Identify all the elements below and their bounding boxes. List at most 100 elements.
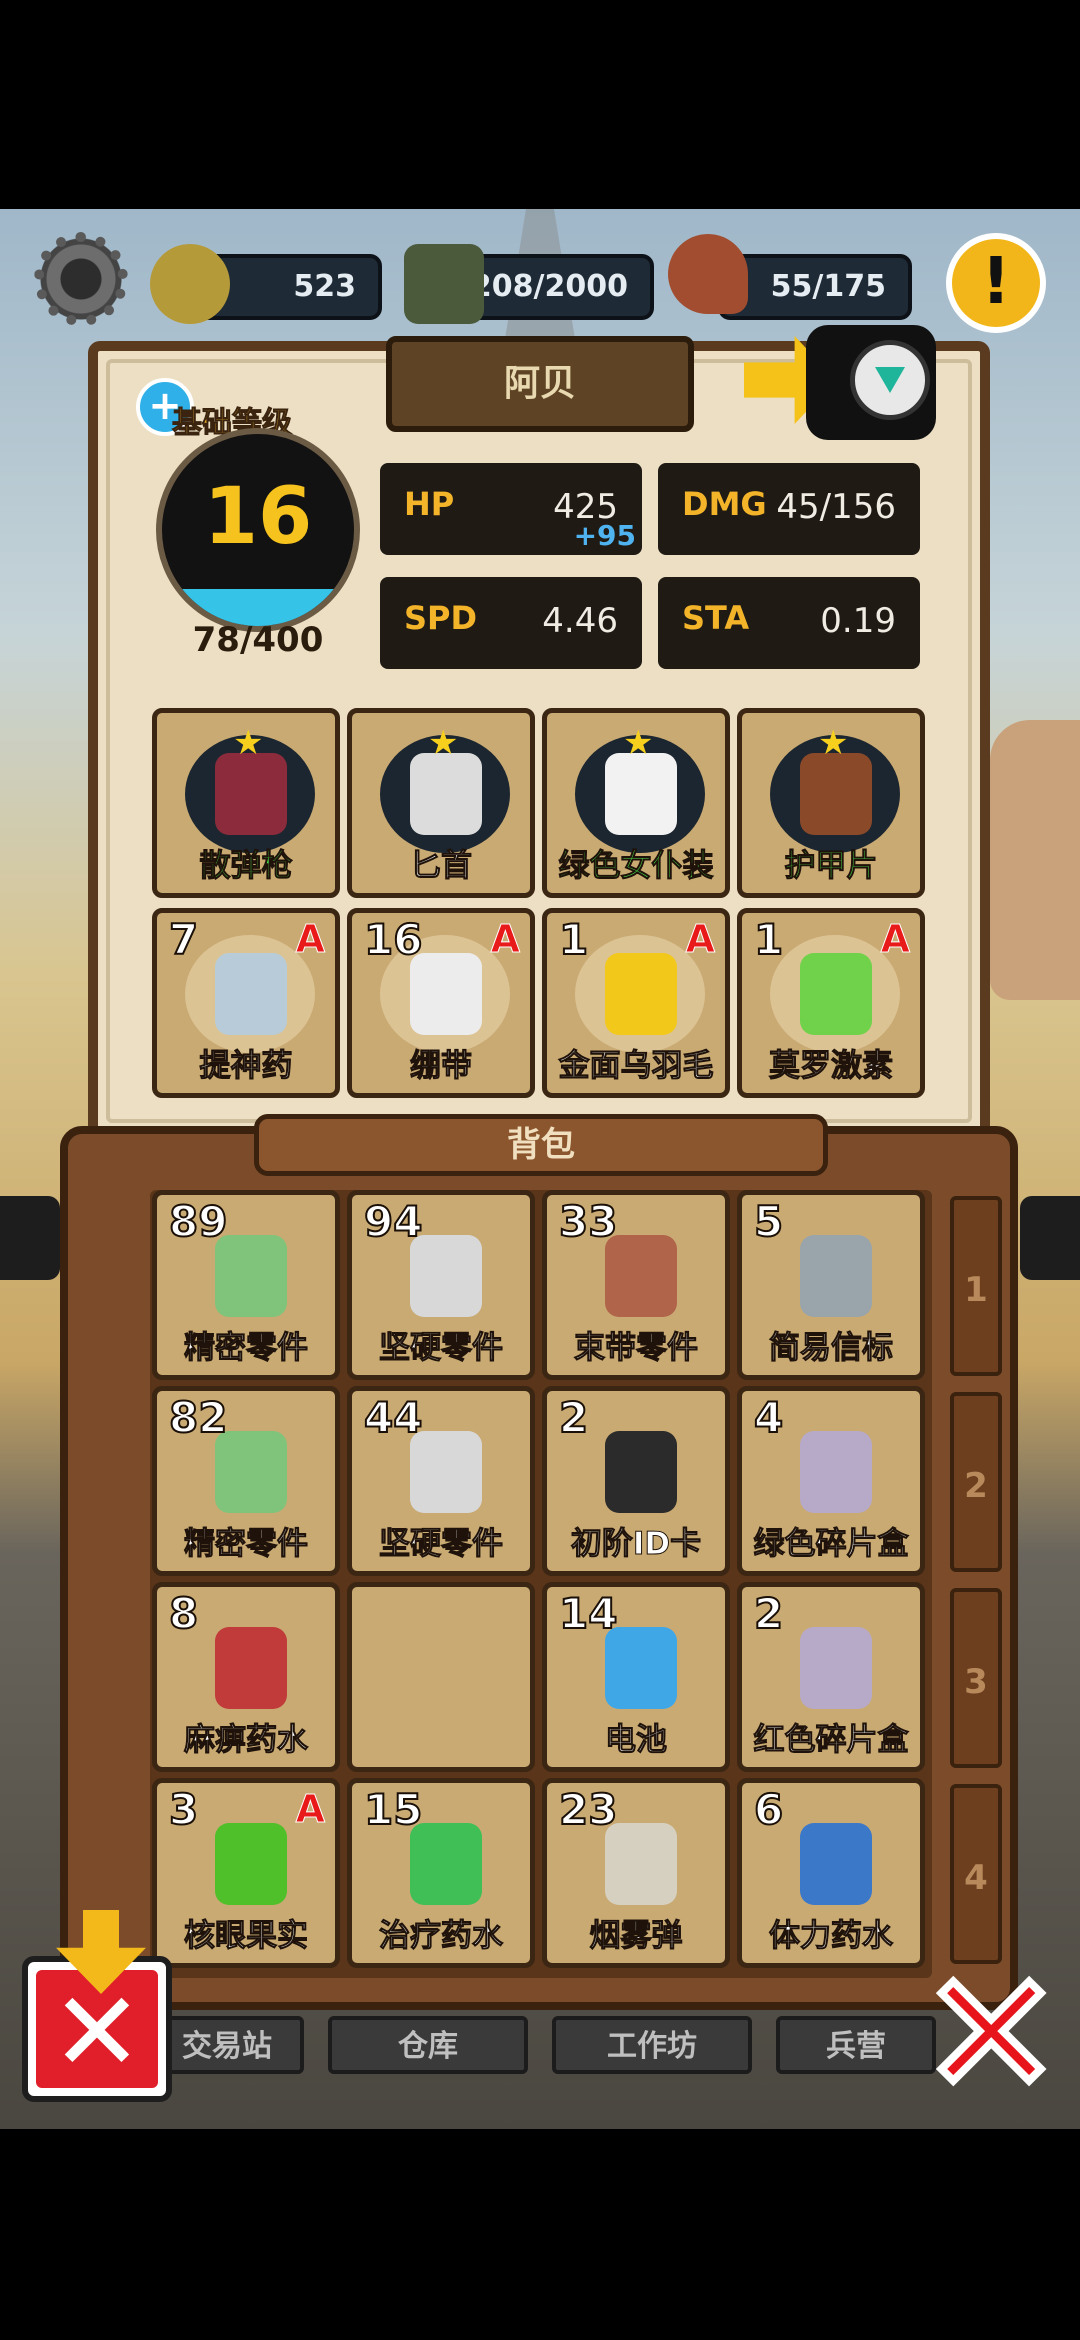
item-count: 1 xyxy=(753,914,784,965)
backpack-item-slot[interactable]: 3 A 核眼果实 xyxy=(152,1778,340,1968)
stat-dmg-key: DMG xyxy=(682,485,767,523)
prev-arrow-button[interactable] xyxy=(0,1196,60,1280)
quick-item-slot[interactable]: 7 A 提神药 xyxy=(152,908,340,1098)
item-label: 莫罗激素 xyxy=(769,1048,894,1085)
stamina-potion-icon xyxy=(770,1805,900,1923)
item-grade-badge: A xyxy=(880,917,910,962)
level-circle: 16 xyxy=(156,428,360,632)
backpack-item-slot[interactable]: 23 烟雾弹 xyxy=(542,1778,730,1968)
star-icon: ★ xyxy=(818,723,849,763)
backpack-item-slot[interactable]: 33 束带零件 xyxy=(542,1190,730,1380)
item-label: 核眼果实 xyxy=(184,1918,309,1955)
stat-hp: HP 425 +95 xyxy=(380,463,642,555)
item-count: 14 xyxy=(558,1588,618,1639)
backpack-item-slot[interactable]: 14 电池 xyxy=(542,1582,730,1772)
item-count: 82 xyxy=(168,1392,228,1443)
item-label: 束带零件 xyxy=(574,1330,699,1367)
stat-sta: STA 0.19 xyxy=(658,577,920,669)
backpack-page-tab[interactable]: 2 xyxy=(950,1392,1002,1572)
red-shard-box-icon xyxy=(770,1609,900,1727)
nav-workshop-label: 工作坊 xyxy=(607,2029,697,2064)
meat-icon xyxy=(668,234,748,314)
equipment-slot[interactable]: ★ 匕首 xyxy=(347,708,535,898)
item-label: 治疗药水 xyxy=(379,1918,504,1955)
backpack-empty-slot[interactable] xyxy=(347,1582,535,1772)
backpack-page-tab[interactable]: 1 xyxy=(950,1196,1002,1376)
next-arrow-button[interactable] xyxy=(1020,1196,1080,1280)
beacon-icon xyxy=(770,1217,900,1335)
item-label: 绿色碎片盒 xyxy=(753,1526,909,1563)
backpack-item-slot[interactable]: 44 坚硬零件 xyxy=(347,1386,535,1576)
star-icon: ★ xyxy=(233,723,264,763)
level-number: 16 xyxy=(203,472,313,562)
item-count: 33 xyxy=(558,1196,618,1247)
item-count: 6 xyxy=(753,1784,784,1835)
item-label: 提神药 xyxy=(199,1048,293,1085)
paralysis-potion-icon xyxy=(185,1609,315,1727)
equipment-slot[interactable]: ★ 护甲片 xyxy=(737,708,925,898)
backpack-title: 背包 xyxy=(507,1125,575,1165)
item-count: 5 xyxy=(753,1196,784,1247)
equipment-slot[interactable]: ★ 绿色女仆装 xyxy=(542,708,730,898)
item-count: 44 xyxy=(363,1392,423,1443)
quick-item-slot[interactable]: 1 A 金面乌羽毛 xyxy=(542,908,730,1098)
alert-icon: ! xyxy=(981,245,1011,319)
item-label: 绷带 xyxy=(410,1048,473,1085)
backpack-item-slot[interactable]: 2 红色碎片盒 xyxy=(737,1582,925,1772)
item-label: 散弹枪 xyxy=(199,848,293,885)
backpack-item-slot[interactable]: 94 坚硬零件 xyxy=(347,1190,535,1380)
nav-trade-label: 交易站 xyxy=(182,2029,272,2064)
backpack-page-tab[interactable]: 3 xyxy=(950,1588,1002,1768)
item-label: 简易信标 xyxy=(769,1330,894,1367)
stat-sta-key: STA xyxy=(682,599,750,637)
meat-count: 55/175 xyxy=(770,269,886,304)
stat-dmg: DMG 45/156 xyxy=(658,463,920,555)
stat-spd-key: SPD xyxy=(404,599,478,637)
item-count: 89 xyxy=(168,1196,228,1247)
backpack-item-slot[interactable]: 2 初阶ID卡 xyxy=(542,1386,730,1576)
backpack-item-slot[interactable]: 82 精密零件 xyxy=(152,1386,340,1576)
stat-hp-bonus: +95 xyxy=(573,519,636,552)
character-name-plate: 阿贝 xyxy=(386,336,694,432)
stat-spd-value: 4.46 xyxy=(542,601,618,641)
item-grade-badge: A xyxy=(490,917,520,962)
winged-emblem-icon xyxy=(850,340,930,420)
item-label: 精密零件 xyxy=(184,1526,309,1563)
quick-item-slot[interactable]: 1 A 莫罗激素 xyxy=(737,908,925,1098)
character-name: 阿贝 xyxy=(503,363,576,404)
item-label: 红色碎片盒 xyxy=(753,1722,909,1759)
item-label: 匕首 xyxy=(410,848,473,885)
item-label: 电池 xyxy=(605,1722,668,1759)
backpack-item-slot[interactable]: 4 绿色碎片盒 xyxy=(737,1386,925,1576)
backpack-item-slot[interactable]: 6 体力药水 xyxy=(737,1778,925,1968)
item-label: 护甲片 xyxy=(784,848,878,885)
star-icon: ★ xyxy=(623,723,654,763)
nav-trade-station[interactable]: 交易站 xyxy=(150,2016,304,2074)
nav-barracks[interactable]: 兵营 xyxy=(776,2016,936,2074)
character-sprite xyxy=(990,720,1080,1000)
settings-gear-icon[interactable] xyxy=(34,232,128,326)
backpack-item-slot[interactable]: 5 简易信标 xyxy=(737,1190,925,1380)
backpack-item-slot[interactable]: 8 麻痹药水 xyxy=(152,1582,340,1772)
backpack-item-slot[interactable]: 15 治疗药水 xyxy=(347,1778,535,1968)
item-count: 16 xyxy=(363,914,423,965)
backpack-item-slot[interactable]: 89 精密零件 xyxy=(152,1190,340,1380)
close-button[interactable]: ✕ xyxy=(916,1946,1066,2124)
green-shard-box-icon xyxy=(770,1413,900,1531)
item-count: 4 xyxy=(753,1392,784,1443)
item-grade-badge: A xyxy=(295,917,325,962)
item-label: 初阶ID卡 xyxy=(570,1526,702,1563)
item-count: 2 xyxy=(753,1588,784,1639)
item-count: 23 xyxy=(558,1784,618,1835)
equipment-slot[interactable]: ★ 散弹枪 xyxy=(152,708,340,898)
nav-warehouse[interactable]: 仓库 xyxy=(328,2016,528,2074)
quick-item-slot[interactable]: 16 A 绷带 xyxy=(347,908,535,1098)
item-count: 7 xyxy=(168,914,199,965)
alert-button[interactable]: ! xyxy=(946,233,1046,333)
nav-workshop[interactable]: 工作坊 xyxy=(552,2016,752,2074)
exp-value: 78/400 xyxy=(192,620,324,660)
item-label: 麻痹药水 xyxy=(184,1722,309,1759)
item-grade-badge: A xyxy=(685,917,715,962)
crate-count: 208/2000 xyxy=(470,269,628,304)
id-card-icon xyxy=(575,1413,705,1531)
